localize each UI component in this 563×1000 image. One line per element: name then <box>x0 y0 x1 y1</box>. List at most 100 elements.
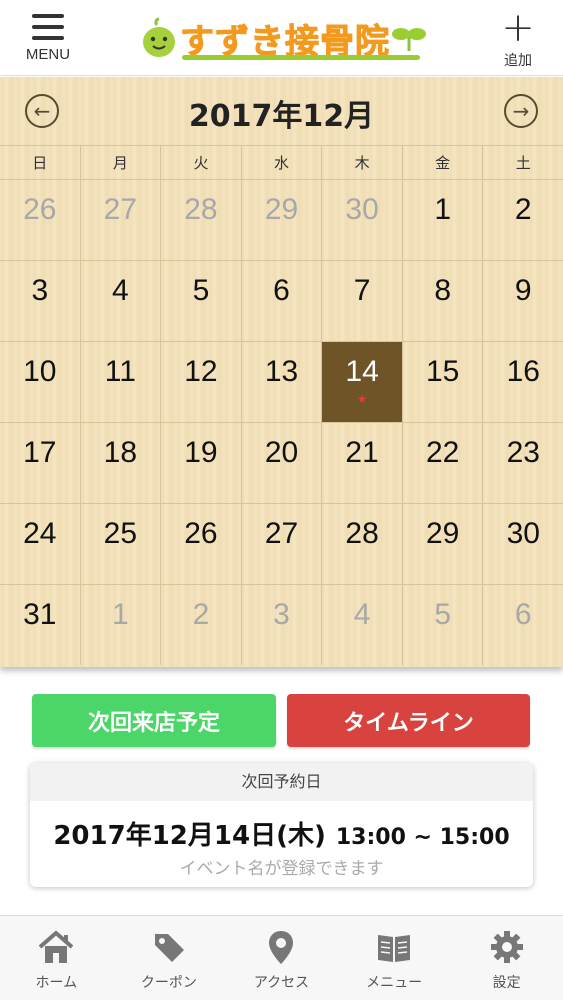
calendar-weeks: 26 27 28 29 30 1 2 3 4 5 6 7 8 9 10 11 12 13 14 ★ 15 16 17 18 19… <box>0 179 563 665</box>
menu-button[interactable]: MENU <box>18 10 78 70</box>
calendar-day[interactable]: 29 <box>242 180 323 260</box>
day-number: 10 <box>23 355 57 388</box>
calendar-day[interactable]: 2 <box>161 585 242 665</box>
calendar-day[interactable]: 28 <box>322 504 403 584</box>
calendar-day-today[interactable]: 14 ★ <box>322 342 403 422</box>
day-number: 30 <box>345 193 379 226</box>
calendar-day[interactable]: 23 <box>483 423 563 503</box>
weekday-label: 月 <box>81 146 162 179</box>
day-number: 2 <box>192 598 210 631</box>
day-number: 23 <box>506 436 540 469</box>
calendar-day[interactable]: 5 <box>403 585 484 665</box>
add-button[interactable]: + 追加 <box>491 5 545 70</box>
calendar-day[interactable]: 24 <box>0 504 81 584</box>
calendar-day[interactable]: 22 <box>403 423 484 503</box>
calendar-day[interactable]: 1 <box>81 585 162 665</box>
day-number: 28 <box>345 517 379 550</box>
calendar-day[interactable]: 1 <box>403 180 484 260</box>
calendar-day[interactable]: 15 <box>403 342 484 422</box>
calendar: ← 2017年12月 → 日 月 火 水 木 金 土 26 27 28 29 30 1 2 3… <box>0 77 563 667</box>
sprout-icon <box>392 28 426 51</box>
plus-icon: + <box>501 5 535 51</box>
day-number: 3 <box>273 598 290 631</box>
day-number: 29 <box>425 517 460 550</box>
calendar-day[interactable]: 4 <box>322 585 403 665</box>
app-screen: MENU すずき接骨院 + 追加 ← 2017年12月 → 日 月 火 水 木 … <box>0 0 563 1000</box>
reservation-time: 13:00 ~ 15:00 <box>335 825 510 850</box>
weekday-label: 水 <box>242 146 323 179</box>
calendar-day[interactable]: 8 <box>403 261 484 341</box>
calendar-day[interactable]: 3 <box>242 585 323 665</box>
calendar-day[interactable]: 26 <box>161 504 242 584</box>
tab-access[interactable]: アクセス <box>225 916 338 1000</box>
day-number: 21 <box>345 436 379 469</box>
tab-home[interactable]: ホーム <box>0 916 113 1000</box>
calendar-day[interactable]: 27 <box>242 504 323 584</box>
day-number: 26 <box>184 517 218 550</box>
calendar-day[interactable]: 18 <box>81 423 162 503</box>
calendar-day[interactable]: 28 <box>161 180 242 260</box>
calendar-day[interactable]: 3 <box>0 261 81 341</box>
calendar-day[interactable]: 31 <box>0 585 81 665</box>
reservation-datetime: 2017年12月14日(木) 13:00 ~ 15:00 <box>30 815 533 852</box>
calendar-day[interactable]: 12 <box>161 342 242 422</box>
logo: すずき接骨院 <box>140 10 426 66</box>
event-star-icon: ★ <box>356 392 368 406</box>
calendar-day[interactable]: 7 <box>322 261 403 341</box>
day-number: 27 <box>264 517 299 550</box>
tab-menu[interactable]: メニュー <box>338 916 451 1000</box>
day-number: 20 <box>264 436 299 469</box>
calendar-day[interactable]: 21 <box>322 423 403 503</box>
day-number: 14 <box>345 355 379 388</box>
day-number: 24 <box>23 517 57 550</box>
calendar-nav: ← 2017年12月 → <box>0 77 563 145</box>
timeline-button[interactable]: タイムライン <box>287 694 530 747</box>
tab-coupon[interactable]: クーポン <box>113 916 226 1000</box>
calendar-day[interactable]: 19 <box>161 423 242 503</box>
menu-label: MENU <box>25 46 71 63</box>
calendar-day[interactable]: 2 <box>483 180 563 260</box>
bottom-tab-bar: ホーム クーポン アクセス メニュー 設定 <box>0 915 563 1000</box>
weekday-label: 木 <box>322 146 403 179</box>
day-number: 9 <box>514 274 532 307</box>
calendar-day[interactable]: 29 <box>403 504 484 584</box>
calendar-day[interactable]: 20 <box>242 423 323 503</box>
next-visit-button[interactable]: 次回来店予定 <box>32 694 276 747</box>
calendar-day[interactable]: 10 <box>0 342 81 422</box>
calendar-day[interactable]: 30 <box>483 504 563 584</box>
calendar-day[interactable]: 25 <box>81 504 162 584</box>
calendar-day[interactable]: 16 <box>483 342 563 422</box>
map-pin-icon <box>269 931 294 964</box>
calendar-day[interactable]: 30 <box>322 180 403 260</box>
reservation-event-name: イベント名が登録できます <box>179 859 384 879</box>
tab-settings[interactable]: 設定 <box>450 916 563 1000</box>
calendar-week: 26 27 28 29 30 1 2 <box>0 179 563 260</box>
day-number: 18 <box>103 436 138 469</box>
day-number: 4 <box>353 598 371 631</box>
calendar-day[interactable]: 26 <box>0 180 81 260</box>
tab-label: ホーム <box>35 975 78 991</box>
next-reservation-card[interactable]: 次回予約日 2017年12月14日(木) 13:00 ~ 15:00 イベント名が… <box>30 763 533 887</box>
day-number: 16 <box>506 355 540 388</box>
calendar-day[interactable]: 6 <box>483 585 563 665</box>
day-number: 1 <box>434 193 452 226</box>
calendar-day[interactable]: 13 <box>242 342 323 422</box>
calendar-day[interactable]: 9 <box>483 261 563 341</box>
day-number: 6 <box>514 598 532 631</box>
calendar-week: 10 11 12 13 14 ★ 15 16 <box>0 341 563 422</box>
day-number: 7 <box>353 274 371 307</box>
reservation-heading: 次回予約日 <box>30 763 533 801</box>
day-number: 15 <box>425 355 460 388</box>
day-number: 26 <box>23 193 57 226</box>
calendar-day[interactable]: 5 <box>161 261 242 341</box>
calendar-day[interactable]: 6 <box>242 261 323 341</box>
home-icon <box>38 931 74 963</box>
calendar-day[interactable]: 11 <box>81 342 162 422</box>
calendar-day[interactable]: 27 <box>81 180 162 260</box>
calendar-day[interactable]: 4 <box>81 261 162 341</box>
tab-label: アクセス <box>253 975 310 991</box>
day-number: 2 <box>514 193 532 226</box>
calendar-day[interactable]: 17 <box>0 423 81 503</box>
next-month-button[interactable]: → <box>504 94 538 128</box>
day-number: 11 <box>104 355 136 388</box>
